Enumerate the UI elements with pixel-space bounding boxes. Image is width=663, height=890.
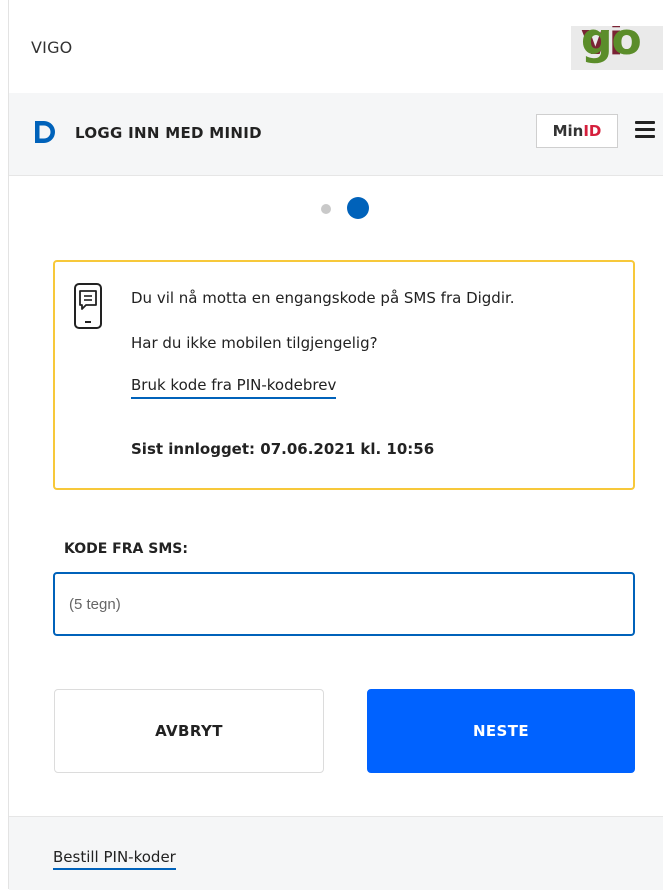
sms-info-box: Du vil nå motta en engangskode på SMS fr… — [53, 260, 635, 490]
minid-header: LOGG INN MED MINID MinID — [9, 93, 663, 176]
minid-d-icon — [35, 121, 55, 143]
step-indicator-1 — [321, 204, 331, 214]
sms-code-label: KODE FRA SMS: — [64, 541, 188, 557]
logo-text-part2: go — [581, 26, 642, 65]
cancel-button[interactable]: AVBRYT — [54, 689, 324, 773]
footer: Bestill PIN-koder — [9, 816, 663, 890]
step-indicator-2-active — [347, 197, 369, 219]
hamburger-menu-icon[interactable] — [635, 121, 655, 141]
minid-logo-part2: ID — [583, 122, 602, 140]
sms-info-message: Du vil nå motta en engangskode på SMS fr… — [131, 289, 515, 307]
sms-code-input[interactable] — [53, 572, 635, 636]
order-pin-link[interactable]: Bestill PIN-koder — [53, 848, 176, 870]
top-bar: VIGO vi go — [9, 0, 663, 94]
pin-letter-link[interactable]: Bruk kode fra PIN-kodebrev — [131, 376, 337, 399]
minid-logo-part1: Min — [552, 122, 584, 140]
next-button[interactable]: NESTE — [367, 689, 635, 773]
minid-logo: MinID — [536, 114, 618, 148]
app-name: VIGO — [31, 38, 73, 57]
sms-message-icon — [74, 283, 102, 329]
no-phone-question: Har du ikke mobilen tilgjengelig? — [131, 334, 378, 352]
login-panel: VIGO vi go LOGG INN MED MINID MinID Du vi… — [8, 0, 663, 890]
last-login-text: Sist innlogget: 07.06.2021 kl. 10:56 — [131, 440, 435, 458]
login-title: LOGG INN MED MINID — [75, 124, 262, 142]
vigo-logo: vi go — [571, 26, 663, 70]
